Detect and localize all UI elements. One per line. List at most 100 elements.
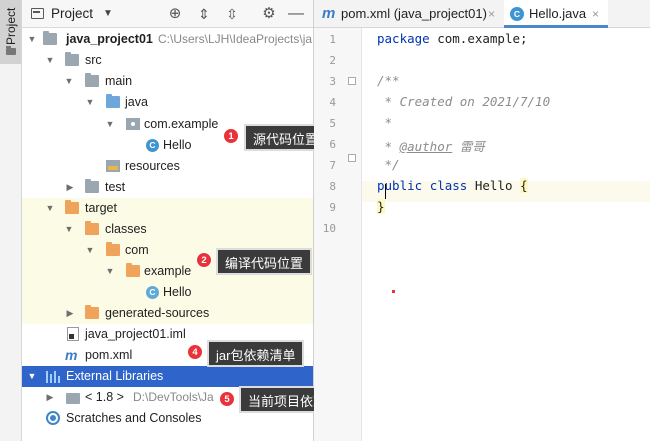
hello-compiled-label: Hello [163,285,192,299]
editor-tabs: m pom.xml (java_project01) × C Hello.jav… [314,0,650,28]
compiled-class-icon: C [146,286,159,299]
package-icon [126,118,140,130]
ide-window: Project Project ▼ ⊕ ⇕ ⇳ ⚙ — ▼ java_proje… [0,0,650,441]
fold-marker-icon[interactable] [348,77,356,85]
tool-window-strip: Project [0,0,22,441]
line-number: 4 [329,96,336,109]
project-tool-label: Project [3,7,18,45]
tree-item-main[interactable]: ▼ main [22,71,313,92]
tree-item-test[interactable]: ▶ test [22,177,313,198]
project-tool-tab[interactable]: Project [0,0,21,64]
editor-area: m pom.xml (java_project01) × C Hello.jav… [314,0,650,441]
com-label: com [125,243,149,257]
close-icon[interactable]: × [488,0,495,28]
excluded-folder-icon [126,263,140,277]
code-line-1: package com.example; [377,31,528,46]
external-libraries-label: External Libraries [66,369,164,383]
code-line-8: public class Hello { [377,178,528,193]
class-icon: C [146,139,159,152]
tree-item-classes[interactable]: ▼ classes [22,219,313,240]
line-number: 10 [322,222,336,235]
chevron-down-icon[interactable]: ▼ [105,266,115,276]
excluded-folder-icon [106,242,120,256]
keyword: package [377,31,430,46]
tree-item-src[interactable]: ▼ src [22,50,313,71]
chevron-down-icon[interactable]: ▼ [85,97,95,107]
hide-icon[interactable]: — [287,5,305,23]
locate-icon[interactable]: ⊕ [166,5,184,23]
line-number: 5 [329,117,336,130]
tab-pom[interactable]: m pom.xml (java_project01) × [314,0,504,28]
chevron-right-icon[interactable]: ▶ [65,182,75,192]
chevron-down-icon[interactable]: ▼ [45,203,55,213]
tree-item-hello-compiled[interactable]: C Hello [22,282,313,303]
tab-hello-label: Hello.java [529,6,587,21]
chevron-down-icon[interactable]: ▼ [45,55,55,65]
code-line-7: */ [377,157,400,172]
tab-pom-label: pom.xml (java_project01) [341,6,487,21]
gear-icon[interactable]: ⚙ [260,5,278,23]
tree-item-external-libraries[interactable]: ▼ External Libraries [22,366,313,387]
line-gutter: 1 2 3 4 5 6 7 8 9 10 [314,28,362,441]
collapse-all-icon[interactable]: ⇳ [223,5,241,23]
chevron-down-icon[interactable]: ▼ [64,224,74,234]
close-icon[interactable]: × [592,0,599,28]
chevron-down-icon[interactable]: ▼ [85,245,95,255]
comment-text: * [377,139,400,154]
line-number: 2 [329,54,336,67]
line-number: 3 [329,75,336,88]
callout-badge-5: 5 [219,391,235,407]
callout-compiled-location: 编译代码位置 [216,248,313,275]
chevron-right-icon[interactable]: ▶ [45,392,55,402]
author-name: 雷哥 [452,139,485,154]
maven-icon: m [65,347,78,363]
chevron-down-icon[interactable]: ▼ [27,34,37,44]
tree-item-java[interactable]: ▼ java [22,92,313,113]
line-number: 6 [329,138,336,151]
folder-icon [5,46,16,55]
chevron-down-icon[interactable]: ▼ [27,371,37,381]
tree-item-resources[interactable]: resources [22,156,313,177]
classes-label: classes [105,222,147,236]
author-tag: @author [399,139,453,154]
tab-hello-java[interactable]: C Hello.java × [504,0,608,28]
chevron-right-icon[interactable]: ▶ [65,308,75,318]
chevron-down-icon[interactable]: ▼ [103,8,113,19]
class-icon: C [510,7,524,21]
tree-item-generated-sources[interactable]: ▶ generated-sources [22,303,313,324]
jdk-path: D:\DevTools\Ja [133,390,214,404]
line-number: 7 [329,159,336,172]
line-number: 1 [329,33,336,46]
resources-label: resources [125,159,180,173]
root-path: C:\Users\LJH\IdeaProjects\ja [158,32,313,46]
code-line-6: * @author 雷哥 [377,136,485,155]
maven-icon: m [322,5,336,22]
callout-badge-4: 4 [187,344,203,360]
excluded-folder-icon [85,221,99,235]
callout-badge-2: 2 [196,252,212,268]
expand-all-icon[interactable]: ⇕ [195,5,213,23]
code-line-9: } [377,199,385,214]
java-label: java [125,95,148,109]
project-panel: Project ▼ ⊕ ⇕ ⇳ ⚙ — ▼ java_project01 C:\… [22,0,314,441]
excluded-folder-icon [65,200,79,214]
jdk-label: < 1.8 > [85,390,124,404]
source-folder-icon [106,94,120,108]
open-brace: { [520,178,528,193]
tree-item-target[interactable]: ▼ target [22,198,313,219]
tree-item-root[interactable]: ▼ java_project01 C:\Users\LJH\IdeaProjec… [22,29,313,50]
code-line-4: * Created on 2021/7/10 [377,94,551,109]
chevron-down-icon[interactable]: ▼ [105,119,115,129]
resources-folder-icon [106,160,120,172]
line-number: 8 [329,180,336,193]
callout-badge-1: 1 [223,128,239,144]
chevron-down-icon[interactable]: ▼ [64,76,74,86]
folder-icon [85,73,99,87]
text-caret [385,184,386,199]
project-view-icon [31,8,44,19]
code-line-5: * [377,115,393,130]
fold-marker-icon[interactable] [348,154,356,162]
code-editor[interactable]: package com.example; /** * Created on 20… [362,28,650,441]
jdk-icon [66,393,80,404]
project-view-title[interactable]: Project [51,6,93,21]
